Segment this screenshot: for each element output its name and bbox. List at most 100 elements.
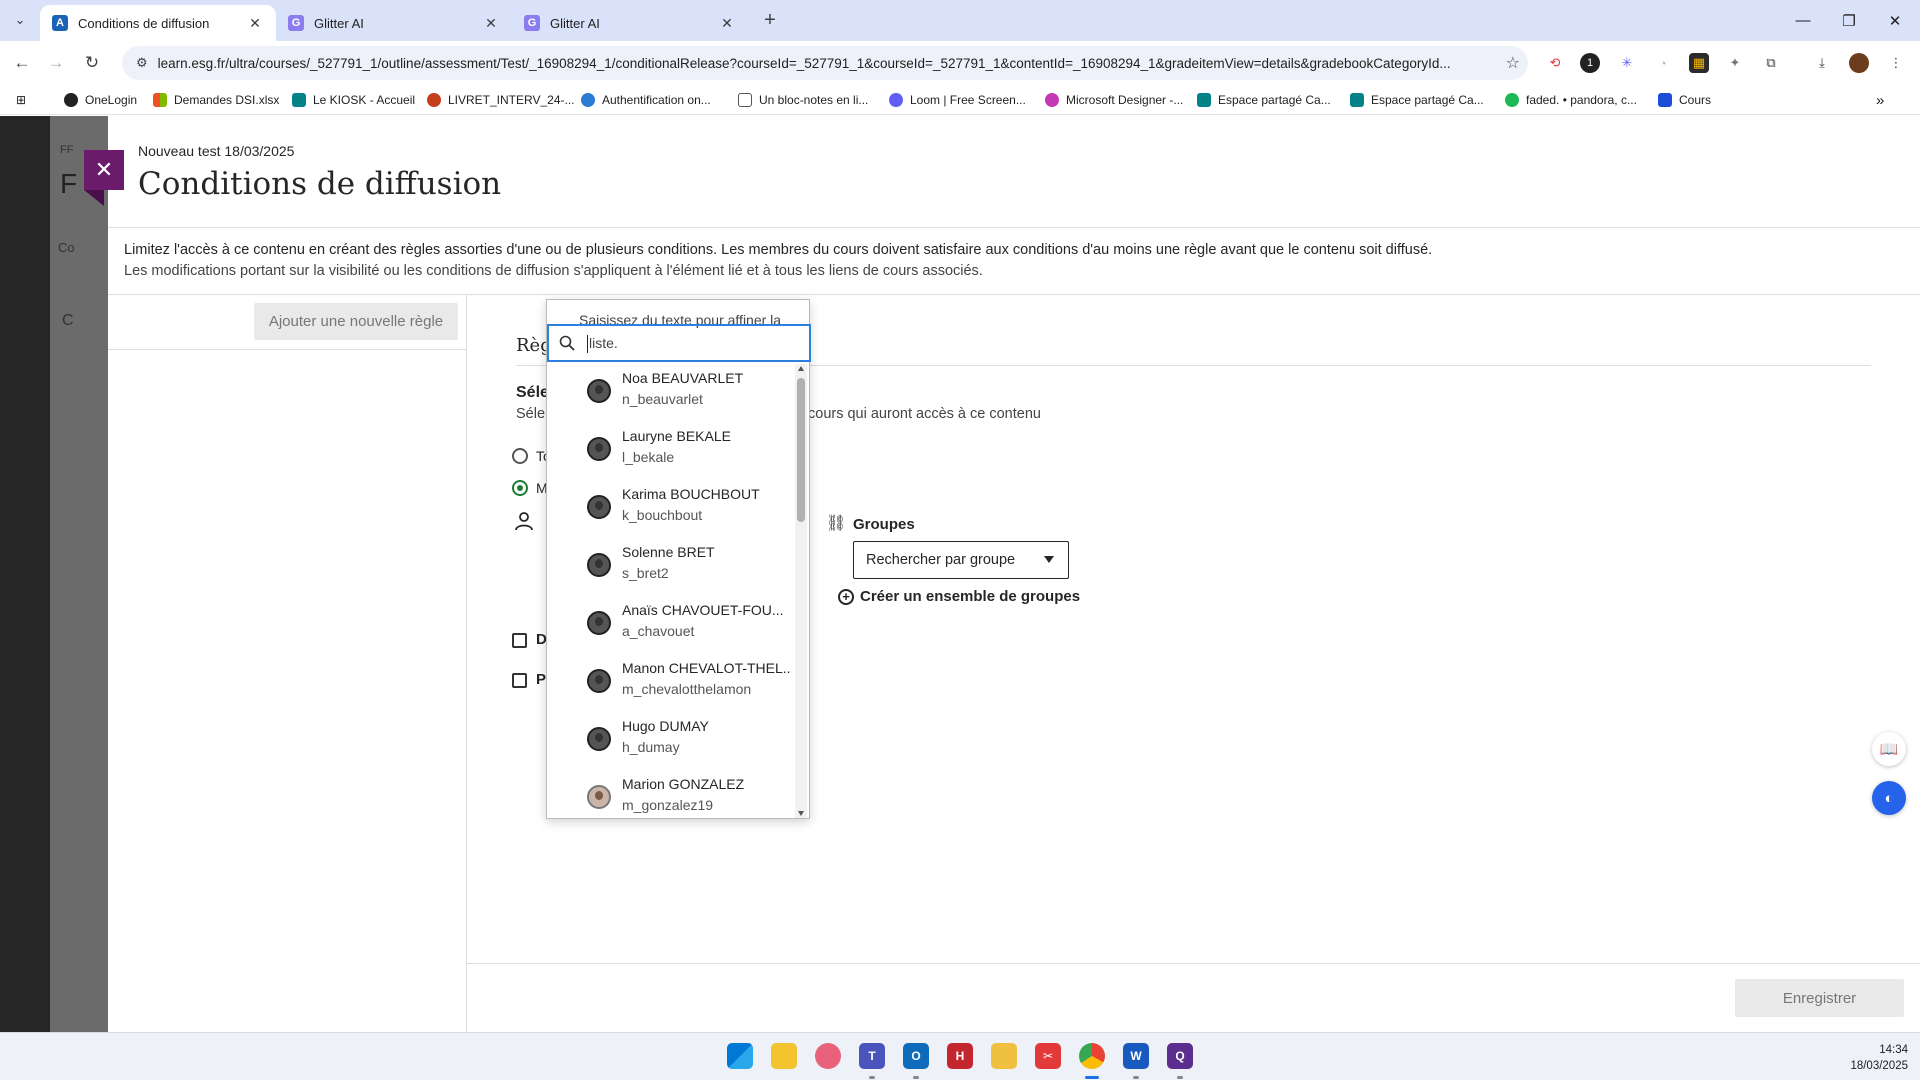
avatar	[587, 495, 611, 519]
save-button[interactable]: Enregistrer	[1735, 979, 1904, 1017]
app-q-icon[interactable]: Q	[1167, 1043, 1193, 1069]
back-button[interactable]: ←	[10, 51, 34, 75]
app-icon[interactable]	[815, 1043, 841, 1069]
snipping-tool-icon[interactable]: ✂	[1035, 1043, 1061, 1069]
more-bookmarks-icon[interactable]: »	[1876, 91, 1884, 109]
extension-icon-5[interactable]: ▦	[1689, 53, 1709, 73]
tab-conditions-diffusion[interactable]: A Conditions de diffusion ✕	[40, 5, 276, 41]
caret-down-icon	[1044, 556, 1054, 563]
avatar	[587, 669, 611, 693]
scrollbar-thumb[interactable]	[797, 378, 805, 522]
member-list: Noa BEAUVARLET n_beauvarlet Lauryne BEKA…	[547, 364, 795, 818]
download-icon[interactable]: ⤓	[1812, 53, 1832, 73]
clock-date: 18/03/2025	[1850, 1060, 1908, 1072]
bookmark-microsoft-designer[interactable]: Microsoft Designer -...	[1045, 91, 1183, 109]
outlook-icon[interactable]: O	[903, 1043, 929, 1069]
address-bar[interactable]: ⚙ learn.esg.fr/ultra/courses/_527791_1/o…	[122, 46, 1528, 80]
teams-icon[interactable]: T	[859, 1043, 885, 1069]
profile-avatar[interactable]	[1849, 53, 1869, 73]
bookmark-onelogin[interactable]: OneLogin	[64, 91, 137, 109]
app-h-icon[interactable]: H	[947, 1043, 973, 1069]
close-window-button[interactable]: ✕	[1872, 0, 1918, 41]
bookmark-cours[interactable]: Cours	[1658, 91, 1711, 109]
chrome-icon[interactable]	[1079, 1043, 1105, 1069]
new-tab-button[interactable]: +	[758, 8, 782, 32]
windows-taskbar: T O H ✂ W Q 14:34 18/03/2025	[0, 1032, 1920, 1080]
accessibility-tool-icon[interactable]: ◐	[1872, 781, 1906, 815]
checkbox-date[interactable]	[512, 633, 527, 648]
checkbox-performance[interactable]	[512, 673, 527, 688]
member-name: Anaïs CHAVOUET-FOU...	[622, 602, 784, 618]
list-item[interactable]: Marion GONZALEZ m_gonzalez19	[547, 770, 795, 818]
browser-tab-bar: ⌄ A Conditions de diffusion ✕ G Glitter …	[0, 0, 1920, 41]
extension-icon-6[interactable]: ✦	[1725, 53, 1745, 73]
word-icon[interactable]: W	[1123, 1043, 1149, 1069]
bookmark-demandes-dsi[interactable]: Demandes DSI.xlsx	[153, 91, 279, 109]
forward-button[interactable]: →	[44, 51, 68, 75]
loom-extension-icon[interactable]: ✳	[1617, 53, 1637, 73]
bookmark-label: Loom | Free Screen...	[910, 93, 1026, 107]
file-explorer-icon[interactable]	[771, 1043, 797, 1069]
radio-specific-members[interactable]	[512, 480, 528, 496]
book-icon[interactable]: 📖	[1872, 732, 1906, 766]
radio-all-members[interactable]	[512, 448, 528, 464]
extension-icon-4[interactable]: ◔	[1653, 53, 1673, 73]
groups-search-select[interactable]: Rechercher par groupe	[853, 541, 1069, 579]
bookmark-espace-partage-1[interactable]: Espace partagé Ca...	[1197, 91, 1331, 109]
list-item[interactable]: Anaïs CHAVOUET-FOU... a_chavouet	[547, 596, 795, 654]
running-indicator	[1177, 1076, 1183, 1079]
bookmark-label: Authentification on...	[602, 93, 711, 107]
member-list-scrollbar[interactable]	[795, 364, 807, 818]
system-clock[interactable]: 14:34 18/03/2025	[1850, 1042, 1908, 1074]
bookmark-label: faded. • pandora, c...	[1526, 93, 1637, 107]
plus-circle-icon: +	[838, 588, 854, 605]
create-group-set-button[interactable]: + Créer un ensemble de groupes	[838, 588, 1080, 605]
scroll-down-icon[interactable]	[798, 811, 804, 816]
close-panel-button[interactable]: ✕	[84, 150, 124, 206]
running-indicator	[913, 1076, 919, 1079]
add-rule-button[interactable]: Ajouter une nouvelle règle	[254, 303, 458, 340]
bookmark-authentification[interactable]: Authentification on...	[581, 91, 711, 109]
bookmark-star-icon[interactable]: ☆	[1506, 53, 1520, 73]
loom-icon	[889, 93, 903, 107]
bookmark-le-kiosk[interactable]: Le KIOSK - Accueil	[292, 91, 415, 109]
list-item[interactable]: Manon CHEVALOT-THEL... m_chevalotthelamo…	[547, 654, 795, 712]
bookmark-loom[interactable]: Loom | Free Screen...	[889, 91, 1026, 109]
list-item[interactable]: Hugo DUMAY h_dumay	[547, 712, 795, 770]
bookmark-bloc-notes[interactable]: Un bloc-notes en li...	[738, 91, 868, 109]
app-pen-icon[interactable]	[991, 1043, 1017, 1069]
tab-search-icon[interactable]: ⌄	[8, 8, 32, 32]
apps-grid-icon[interactable]: ⊞	[16, 91, 26, 109]
scroll-up-icon[interactable]	[798, 366, 804, 371]
extensions-puzzle-icon[interactable]: ⧉	[1761, 53, 1781, 73]
restore-button[interactable]: ❐	[1826, 0, 1872, 41]
divider	[108, 349, 467, 350]
member-search-input[interactable]: liste.	[547, 324, 811, 362]
tab-glitter-ai-2[interactable]: G Glitter AI ✕	[512, 5, 748, 41]
member-name: Marion GONZALEZ	[622, 776, 745, 792]
tab-close-icon[interactable]: ✕	[718, 14, 736, 32]
site-info-icon[interactable]: ⚙	[136, 55, 148, 71]
bookmark-livret[interactable]: LIVRET_INTERV_24-...	[427, 91, 575, 109]
windows-start-icon[interactable]	[727, 1043, 753, 1069]
member-username: s_bret2	[622, 565, 669, 581]
tab-glitter-ai-1[interactable]: G Glitter AI ✕	[276, 5, 512, 41]
onelogin-icon	[64, 93, 78, 107]
close-icon: ✕	[94, 157, 114, 182]
background-text: FF	[60, 144, 74, 156]
chrome-menu-icon[interactable]: ⋮	[1886, 53, 1906, 73]
bookmark-espace-partage-2[interactable]: Espace partagé Ca...	[1350, 91, 1484, 109]
list-item[interactable]: Noa BEAUVARLET n_beauvarlet	[547, 364, 795, 422]
member-username: h_dumay	[622, 739, 680, 755]
minimize-button[interactable]: —	[1780, 0, 1826, 41]
onepassword-icon[interactable]: 1	[1580, 53, 1600, 73]
list-item[interactable]: Karima BOUCHBOUT k_bouchbout	[547, 480, 795, 538]
reload-button[interactable]: ↻	[80, 51, 104, 75]
bookmark-spotify[interactable]: faded. • pandora, c...	[1505, 91, 1637, 109]
list-item[interactable]: Solenne BRET s_bret2	[547, 538, 795, 596]
tab-close-icon[interactable]: ✕	[246, 14, 264, 32]
bookmark-label: OneLogin	[85, 93, 138, 107]
tab-close-icon[interactable]: ✕	[482, 14, 500, 32]
list-item[interactable]: Lauryne BEKALE l_bekale	[547, 422, 795, 480]
extension-icon-1[interactable]: ⟲	[1545, 53, 1565, 73]
